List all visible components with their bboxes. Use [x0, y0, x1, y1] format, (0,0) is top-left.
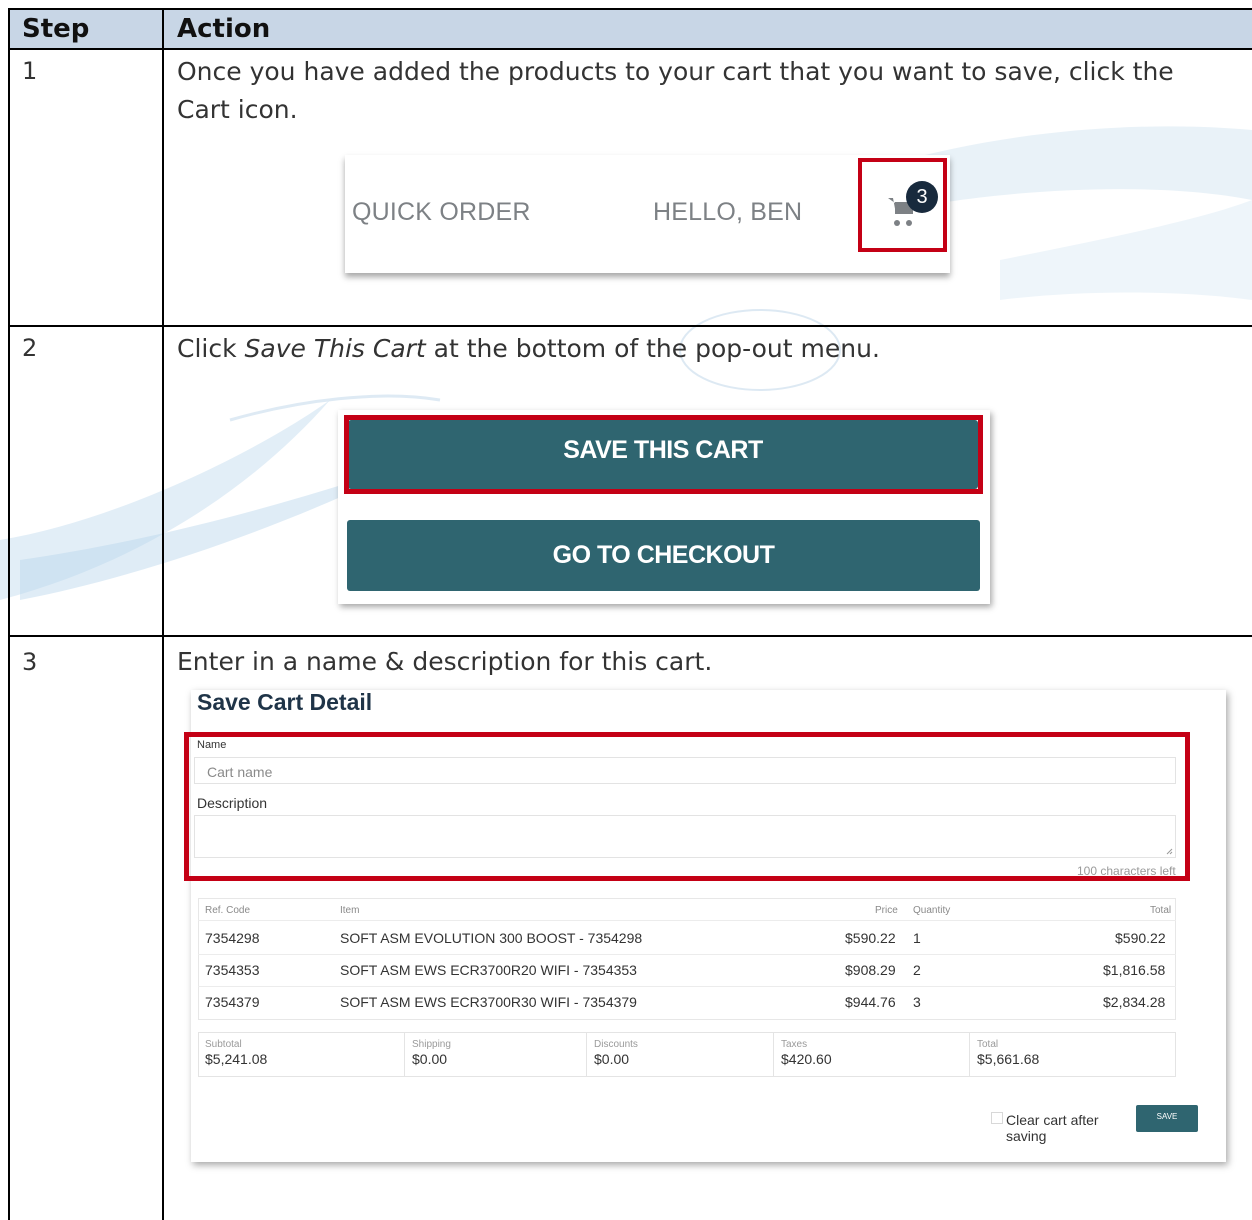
- column-header-ref: Ref. Code: [205, 905, 251, 916]
- row-divider: [198, 986, 1176, 987]
- table-divider: [8, 325, 1252, 327]
- item-price: $590.22: [845, 930, 896, 946]
- highlight-box: [858, 158, 947, 252]
- save-button[interactable]: SAVE: [1136, 1105, 1198, 1132]
- dialog-title: Save Cart Detail: [197, 689, 373, 715]
- column-header-quantity: Quantity: [913, 905, 951, 916]
- item-quantity: 2: [913, 962, 921, 978]
- clear-cart-checkbox[interactable]: [991, 1112, 1003, 1124]
- subtotal-label: Subtotal: [205, 1039, 242, 1050]
- shipping-value: $0.00: [412, 1051, 448, 1067]
- totals-divider: [773, 1032, 774, 1077]
- item-ref: 7354298: [205, 930, 260, 946]
- row-divider: [198, 920, 1176, 921]
- discounts-label: Discounts: [594, 1039, 638, 1050]
- table-divider: [8, 48, 1252, 50]
- quick-order-link[interactable]: QUICK ORDER: [352, 198, 531, 227]
- step-column-header: Step: [22, 14, 90, 44]
- column-header-item: Item: [340, 905, 360, 916]
- item-total: $2,834.28: [1103, 994, 1166, 1010]
- item-quantity: 1: [913, 930, 921, 946]
- item-name: SOFT ASM EWS ECR3700R30 WIFI - 7354379: [340, 994, 637, 1010]
- step-number: 2: [22, 334, 38, 362]
- item-total: $1,816.58: [1103, 962, 1166, 978]
- highlight-box: [344, 415, 983, 494]
- totals-divider: [404, 1032, 405, 1077]
- go-to-checkout-button[interactable]: GO TO CHECKOUT: [347, 520, 980, 591]
- step-instruction: Click Save This Cart at the bottom of th…: [177, 330, 880, 368]
- clear-cart-label: Clear cart after saving: [1006, 1112, 1099, 1144]
- discounts-value: $0.00: [594, 1051, 630, 1067]
- step-number: 3: [22, 648, 38, 676]
- subtotal-value: $5,241.08: [205, 1051, 268, 1067]
- instruction-text: Click: [177, 334, 245, 363]
- step-instruction: Once you have added the products to your…: [177, 57, 1174, 124]
- table-border-top: [8, 8, 1252, 10]
- taxes-label: Taxes: [781, 1039, 808, 1050]
- item-ref: 7354379: [205, 994, 260, 1010]
- item-price: $908.29: [845, 962, 896, 978]
- item-price: $944.76: [845, 994, 896, 1010]
- highlight-box: [184, 732, 1190, 881]
- step-number: 1: [22, 57, 38, 85]
- totals-divider: [586, 1032, 587, 1077]
- column-header-price: Price: [875, 905, 898, 916]
- table-border-left: [8, 8, 10, 1220]
- totals-divider: [969, 1032, 970, 1077]
- column-header-total: Total: [1150, 905, 1172, 916]
- greeting-link[interactable]: HELLO, BEN: [653, 198, 802, 227]
- item-name: SOFT ASM EWS ECR3700R20 WIFI - 7354353: [340, 962, 637, 978]
- row-divider: [198, 954, 1176, 955]
- action-column-header: Action: [177, 14, 271, 44]
- item-quantity: 3: [913, 994, 921, 1010]
- item-name: SOFT ASM EVOLUTION 300 BOOST - 7354298: [340, 930, 643, 946]
- item-ref: 7354353: [205, 962, 260, 978]
- total-label: Total: [977, 1039, 999, 1050]
- table-divider: [8, 635, 1252, 637]
- instruction-text: at the bottom of the pop-out menu.: [425, 334, 880, 363]
- shipping-label: Shipping: [412, 1039, 451, 1050]
- table-column-divider: [162, 8, 164, 1220]
- item-total: $590.22: [1115, 930, 1166, 946]
- taxes-value: $420.60: [781, 1051, 832, 1067]
- instruction-emphasis: Save This Cart: [244, 334, 426, 363]
- total-value: $5,661.68: [977, 1051, 1040, 1067]
- step-instruction: Enter in a name & description for this c…: [177, 647, 713, 676]
